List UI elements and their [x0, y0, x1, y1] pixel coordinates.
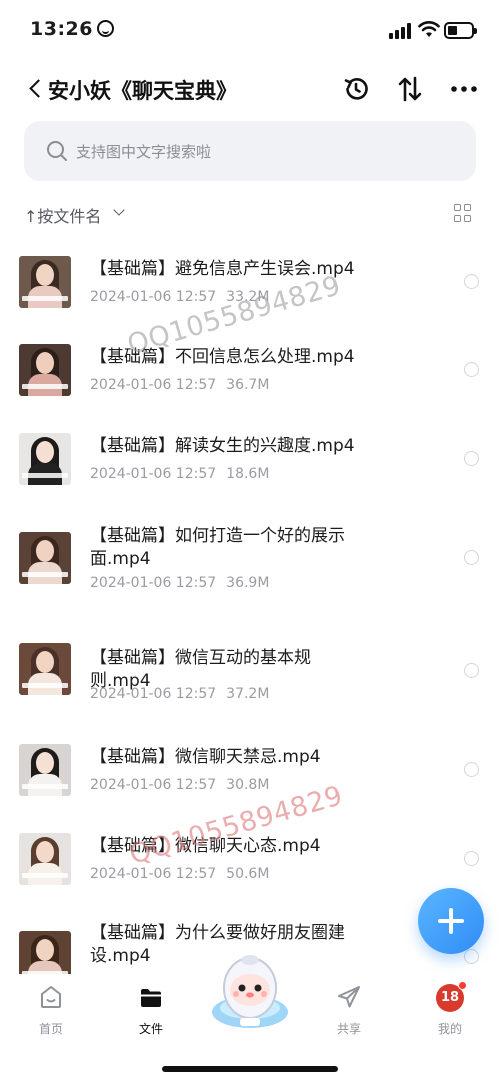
tab-files[interactable]: 文件 — [116, 984, 186, 1040]
status-bar: 13:26 — [0, 0, 500, 62]
smiley-icon — [96, 20, 114, 37]
sort-row: ↑按文件名 — [24, 200, 476, 228]
tab-share[interactable]: 共享 — [314, 984, 384, 1040]
sort-icon[interactable] — [395, 74, 425, 104]
search-icon — [47, 141, 67, 161]
chevron-down-icon[interactable] — [113, 204, 125, 216]
home-icon — [41, 986, 61, 1008]
video-thumbnail — [19, 532, 71, 584]
select-radio[interactable] — [464, 762, 479, 777]
tab-me[interactable]: 18 我的 — [415, 981, 485, 1040]
cellular-signal-icon — [389, 23, 411, 39]
battery-icon — [444, 22, 477, 39]
file-name: 【基础篇】如何打造一个好的展示面.mp4 — [90, 526, 345, 569]
home-indicator — [162, 1066, 338, 1072]
wifi-icon — [418, 21, 440, 37]
file-meta: 2024-01-06 12:57 50.6M — [90, 866, 270, 882]
nav-bar: 安小妖《聊天宝典》 — [0, 62, 500, 116]
more-icon[interactable] — [449, 74, 479, 104]
video-thumbnail — [19, 744, 71, 796]
video-thumbnail — [19, 433, 71, 485]
video-thumbnail — [19, 256, 71, 308]
status-time: 13:26 — [30, 18, 114, 40]
select-radio[interactable] — [464, 451, 479, 466]
video-thumbnail — [19, 344, 71, 396]
grid-view-icon[interactable] — [454, 204, 472, 222]
file-meta: 2024-01-06 12:57 30.8M — [90, 777, 270, 793]
file-meta: 2024-01-06 12:57 36.9M — [90, 575, 270, 591]
tab-home[interactable]: 首页 — [16, 984, 86, 1040]
select-radio[interactable] — [464, 274, 479, 289]
file-name: 【基础篇】微信聊天心态.mp4 — [90, 836, 321, 856]
file-meta: 2024-01-06 12:57 18.6M — [90, 466, 270, 482]
tab-label: 我的 — [437, 1022, 462, 1036]
file-name: 【基础篇】微信聊天禁忌.mp4 — [90, 747, 321, 767]
file-meta: 2024-01-06 12:57 36.7M — [90, 377, 270, 393]
select-radio[interactable] — [464, 949, 479, 964]
file-meta: 2024-01-06 12:57 33.2M — [90, 289, 270, 305]
file-name: 【基础篇】避免信息产生误会.mp4 — [90, 259, 355, 279]
page-title: 安小妖《聊天宝典》 — [48, 79, 237, 103]
search-placeholder: 支持图中文字搜索啦 — [76, 143, 212, 161]
search-input[interactable]: 支持图中文字搜索啦 — [24, 121, 476, 181]
tab-label: 共享 — [336, 1022, 361, 1036]
video-thumbnail — [19, 833, 71, 885]
file-name: 【基础篇】不回信息怎么处理.mp4 — [90, 347, 355, 367]
notification-dot — [458, 981, 467, 990]
folder-icon — [141, 989, 161, 1007]
share-icon — [338, 986, 360, 1008]
sort-by-name-button[interactable]: ↑按文件名 — [24, 203, 101, 227]
select-radio[interactable] — [464, 663, 479, 678]
add-button[interactable] — [418, 888, 484, 954]
tab-label: 首页 — [38, 1022, 63, 1036]
select-radio[interactable] — [464, 550, 479, 565]
file-name: 【基础篇】解读女生的兴趣度.mp4 — [90, 436, 355, 456]
select-radio[interactable] — [464, 362, 479, 377]
video-thumbnail — [19, 643, 71, 695]
video-thumbnail — [19, 931, 71, 974]
mascot-icon — [212, 955, 288, 1028]
back-icon[interactable] — [24, 76, 48, 102]
file-meta: 2024-01-06 12:57 37.2M — [90, 686, 270, 702]
file-list: 【基础篇】避免信息产生误会.mp4 2024-01-06 12:57 33.2M … — [0, 236, 500, 974]
tab-label: 文件 — [138, 1022, 163, 1036]
history-icon[interactable] — [341, 74, 371, 104]
select-radio[interactable] — [464, 851, 479, 866]
